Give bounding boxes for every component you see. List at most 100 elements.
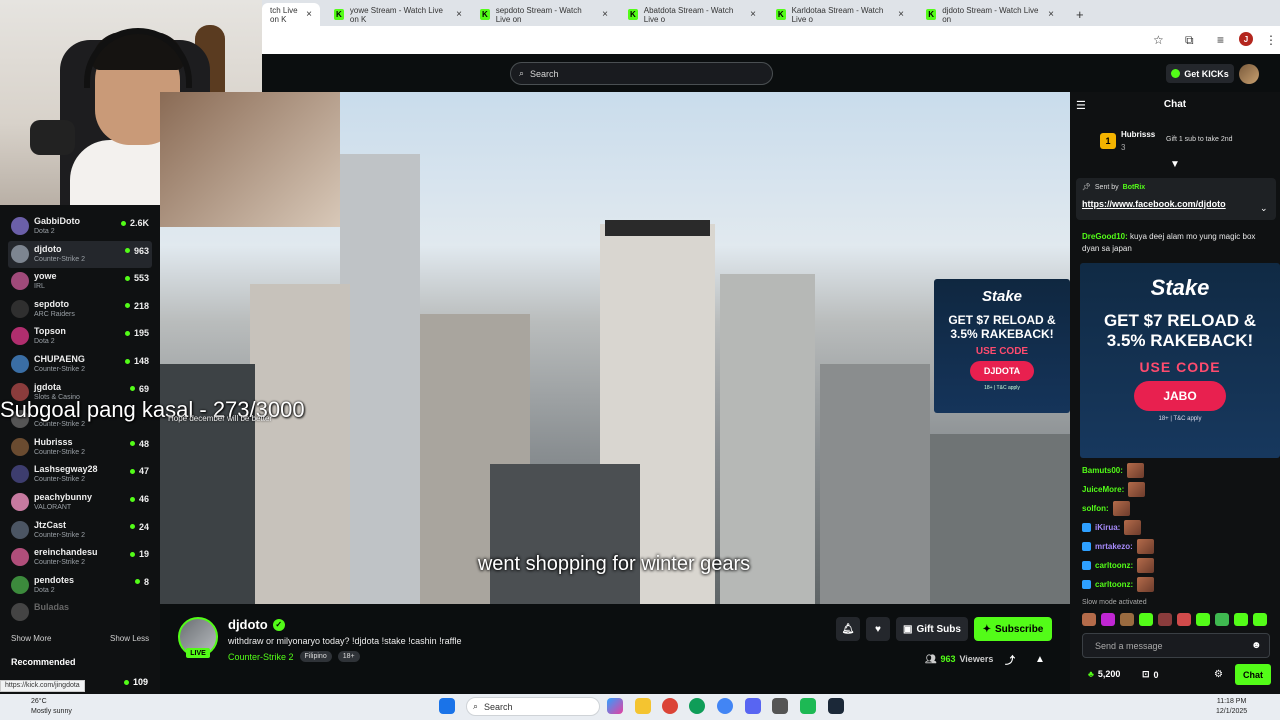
emote-icon[interactable] (1196, 613, 1210, 626)
chat-input[interactable]: Send a message (1082, 633, 1270, 658)
taskbar-search[interactable]: ⌕ Search (466, 697, 600, 716)
star-icon: ✦ (982, 623, 992, 635)
chrome-icon[interactable] (717, 698, 733, 714)
chat-username[interactable]: mrtakezo: (1095, 542, 1133, 551)
sidebar-channel[interactable]: Buladas (8, 599, 152, 626)
send-chat-button[interactable]: Chat (1235, 664, 1271, 685)
chrome-icon[interactable] (662, 698, 678, 714)
weather-widget[interactable]: 26°C Mostly sunny (13, 697, 72, 717)
gift-subs-button[interactable]: ▣ Gift Subs (896, 617, 968, 641)
tag-pill[interactable]: 18+ (337, 651, 360, 662)
sidebar-channel[interactable]: CHUPAENG Counter-Strike 2 148 (8, 351, 152, 378)
emote-icon[interactable] (1120, 613, 1134, 626)
follow-heart-button[interactable]: ♥ (866, 617, 890, 641)
share-icon[interactable]: ⤴ (1002, 652, 1018, 667)
close-icon[interactable]: × (456, 9, 462, 20)
chat-username[interactable]: solfon: (1082, 504, 1109, 513)
channel-points[interactable]: ⊡ 0 (1142, 669, 1159, 680)
new-tab-button[interactable]: + (1068, 3, 1088, 26)
streamer-name[interactable]: djdoto ✓ (228, 617, 285, 632)
sidebar-channel[interactable]: Hubrisss Counter-Strike 2 48 (8, 434, 152, 461)
tab-title: yowe Stream - Watch Live on K (349, 5, 443, 24)
browser-tab[interactable]: K Abatdota Stream - Watch Live o × (620, 3, 764, 26)
search-input[interactable]: ⌕ Search (510, 62, 773, 85)
app-icon[interactable] (800, 698, 816, 714)
copilot-icon[interactable] (607, 698, 623, 714)
sidebar-channel[interactable]: Topson Dota 2 195 (8, 323, 152, 350)
chevron-down-icon[interactable]: ⌄ (1260, 203, 1268, 214)
live-dot-icon (134, 579, 140, 585)
close-icon[interactable]: × (602, 9, 608, 20)
chat-message: Bamuts00: (1082, 463, 1144, 478)
sidebar-channel[interactable]: JtzCast Counter-Strike 2 24 (8, 517, 152, 544)
browser-tab[interactable]: K yowe Stream - Watch Live on K × (326, 3, 470, 26)
pinned-link[interactable]: https://www.facebook.com/djdoto (1082, 199, 1226, 209)
emoji-picker-icon[interactable]: ☻ (1251, 640, 1262, 651)
browser-tab[interactable]: K Karldotaa Stream - Watch Live o × (768, 3, 912, 26)
tag-pill[interactable]: Filipino (299, 651, 332, 662)
bookmark-star-icon[interactable]: ☆ (1153, 33, 1164, 47)
emote-icon[interactable] (1101, 613, 1115, 626)
file-explorer-icon[interactable] (635, 698, 651, 714)
system-clock[interactable]: 11:18 PM 12/1/2025 (1216, 697, 1247, 717)
channel-name: sepdoto (34, 298, 69, 309)
sidebar-channel[interactable]: GabbiDoto Dota 2 2.6K (8, 213, 152, 240)
show-less-button[interactable]: Show Less (110, 634, 149, 643)
chat-username[interactable]: DreGood10: (1082, 232, 1128, 241)
extensions-icon[interactable]: ⧉ (1185, 33, 1194, 48)
gear-icon[interactable]: ⚙ (1214, 669, 1223, 680)
sidebar-channel[interactable]: peachybunny VALORANT 46 (8, 489, 152, 516)
emote-icon[interactable] (1082, 613, 1096, 626)
close-icon[interactable]: × (306, 9, 312, 20)
sidebar-channel[interactable]: sepdoto ARC Raiders 218 (8, 296, 152, 323)
browser-tab[interactable]: tch Live on K × (262, 3, 320, 26)
sidebar-channel[interactable]: yowe IRL 553 (8, 268, 152, 295)
notification-bell-button[interactable]: 🔔︎ (836, 617, 860, 641)
kicks-balance[interactable]: ♣ 5,200 (1088, 669, 1120, 679)
user-avatar[interactable] (1239, 64, 1259, 84)
live-dot-icon (124, 248, 130, 254)
emote-icon[interactable] (1215, 613, 1229, 626)
windows-start-icon[interactable] (439, 698, 455, 714)
chrome-icon[interactable] (689, 698, 705, 714)
top-gifter-name[interactable]: Hubrisss (1121, 130, 1155, 139)
bot-name[interactable]: BotRix (1123, 184, 1146, 191)
show-more-button[interactable]: Show More (11, 634, 51, 643)
chat-username[interactable]: carltoonz: (1095, 580, 1133, 589)
stake-chat-ad[interactable]: Stake GET $7 RELOAD & 3.5% RAKEBACK! USE… (1080, 263, 1280, 458)
report-icon[interactable]: ▲ (1032, 652, 1048, 666)
browser-tab[interactable]: K djdoto Stream - Watch Live on × (918, 3, 1062, 26)
discord-icon[interactable] (745, 698, 761, 714)
category-link[interactable]: Counter-Strike 2 (228, 652, 294, 662)
chat-username[interactable]: carltoonz: (1095, 561, 1133, 570)
pinned-toggle-icon[interactable]: ▼ (1170, 159, 1180, 170)
emote-icon[interactable] (1234, 613, 1248, 626)
ad-line: 3.5% RAKEBACK! (950, 327, 1054, 341)
subscribe-button[interactable]: ✦ Subscribe (974, 617, 1052, 641)
channel-name: yowe (34, 271, 57, 282)
steam-icon[interactable] (828, 698, 844, 714)
settings-icon[interactable] (772, 698, 788, 714)
emote-icon[interactable] (1158, 613, 1172, 626)
menu-icon[interactable]: ⋮ (1265, 33, 1277, 47)
close-icon[interactable]: × (750, 9, 756, 20)
live-dot-icon (129, 496, 135, 502)
profile-avatar[interactable]: J (1239, 32, 1253, 46)
sidebar-channel[interactable]: djdoto Counter-Strike 2 963 (8, 240, 152, 268)
emote-icon[interactable] (1253, 613, 1267, 626)
chat-username[interactable]: iKirua: (1095, 523, 1120, 532)
get-kicks-button[interactable]: Get KICKs (1166, 64, 1234, 83)
emote-icon[interactable] (1177, 613, 1191, 626)
chat-username[interactable]: JuiceMore: (1082, 485, 1124, 494)
channel-viewers: 48 (129, 439, 149, 449)
emote-icon[interactable] (1139, 613, 1153, 626)
gift-cta[interactable]: Gift 1 sub to take 2nd (1166, 136, 1233, 143)
media-control-icon[interactable]: ≡ (1217, 33, 1224, 47)
channel-avatar (11, 437, 29, 456)
sidebar-channel[interactable]: Lashsegway28 Counter-Strike 2 47 (8, 461, 152, 488)
chat-username[interactable]: Bamuts00: (1082, 466, 1123, 475)
close-icon[interactable]: × (898, 9, 904, 20)
stake-video-ad[interactable]: Stake GET $7 RELOAD & 3.5% RAKEBACK! USE… (934, 279, 1070, 413)
close-icon[interactable]: × (1048, 9, 1054, 20)
browser-tab[interactable]: K sepdoto Stream - Watch Live on × (472, 3, 616, 26)
